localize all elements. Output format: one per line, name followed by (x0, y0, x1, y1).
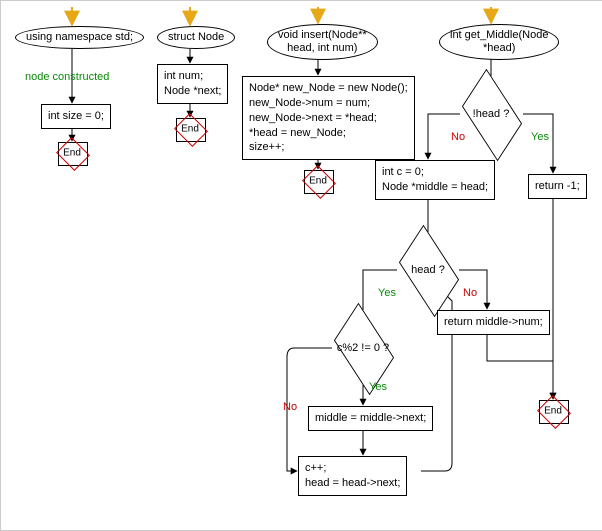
decision-text: head ? (387, 264, 469, 276)
end-label: End (58, 148, 86, 159)
start-struct-node: struct Node (157, 26, 235, 49)
end-label: End (539, 406, 567, 417)
proc-struct-body: int num; Node *next; (157, 64, 228, 104)
decision-c-mod-2: c%2 != 0 ? (332, 327, 394, 369)
end-node-4: End (539, 400, 567, 422)
proc-middle-next: middle = middle->next; (308, 406, 433, 431)
end-node-1: End (58, 142, 86, 164)
edge-label-yes: Yes (378, 287, 396, 299)
decision-not-head: !head ? (460, 93, 522, 135)
proc-c-inc-head-next: c++; head = head->next; (298, 456, 407, 496)
start-namespace: using namespace std; (15, 26, 144, 49)
proc-init-c-middle: int c = 0; Node *middle = head; (375, 160, 495, 200)
proc-return-middle-num: return middle->num; (437, 310, 550, 335)
edge-label-no: No (463, 287, 477, 299)
decision-text: !head ? (450, 108, 532, 120)
flowchart-canvas: using namespace std; node constructed in… (0, 0, 602, 531)
edge-label-yes: Yes (369, 381, 387, 393)
proc-return-neg1: return -1; (528, 174, 587, 199)
proc-insert-body: Node* new_Node = new Node(); new_Node->n… (242, 76, 415, 160)
decision-text: c%2 != 0 ? (322, 342, 404, 354)
end-label: End (304, 176, 332, 187)
edge-label-no: No (451, 131, 465, 143)
end-label: End (176, 124, 204, 135)
end-node-3: End (304, 170, 332, 192)
proc-int-size: int size = 0; (41, 104, 111, 129)
start-get-middle: int get_Middle(Node *head) (439, 24, 559, 60)
end-node-2: End (176, 118, 204, 140)
start-insert: void insert(Node** head, int num) (267, 24, 378, 60)
decision-head: head ? (397, 249, 459, 291)
edge-label-yes: Yes (531, 131, 549, 143)
edge-label-no: No (283, 401, 297, 413)
annotation-node-constructed: node constructed (25, 71, 109, 83)
